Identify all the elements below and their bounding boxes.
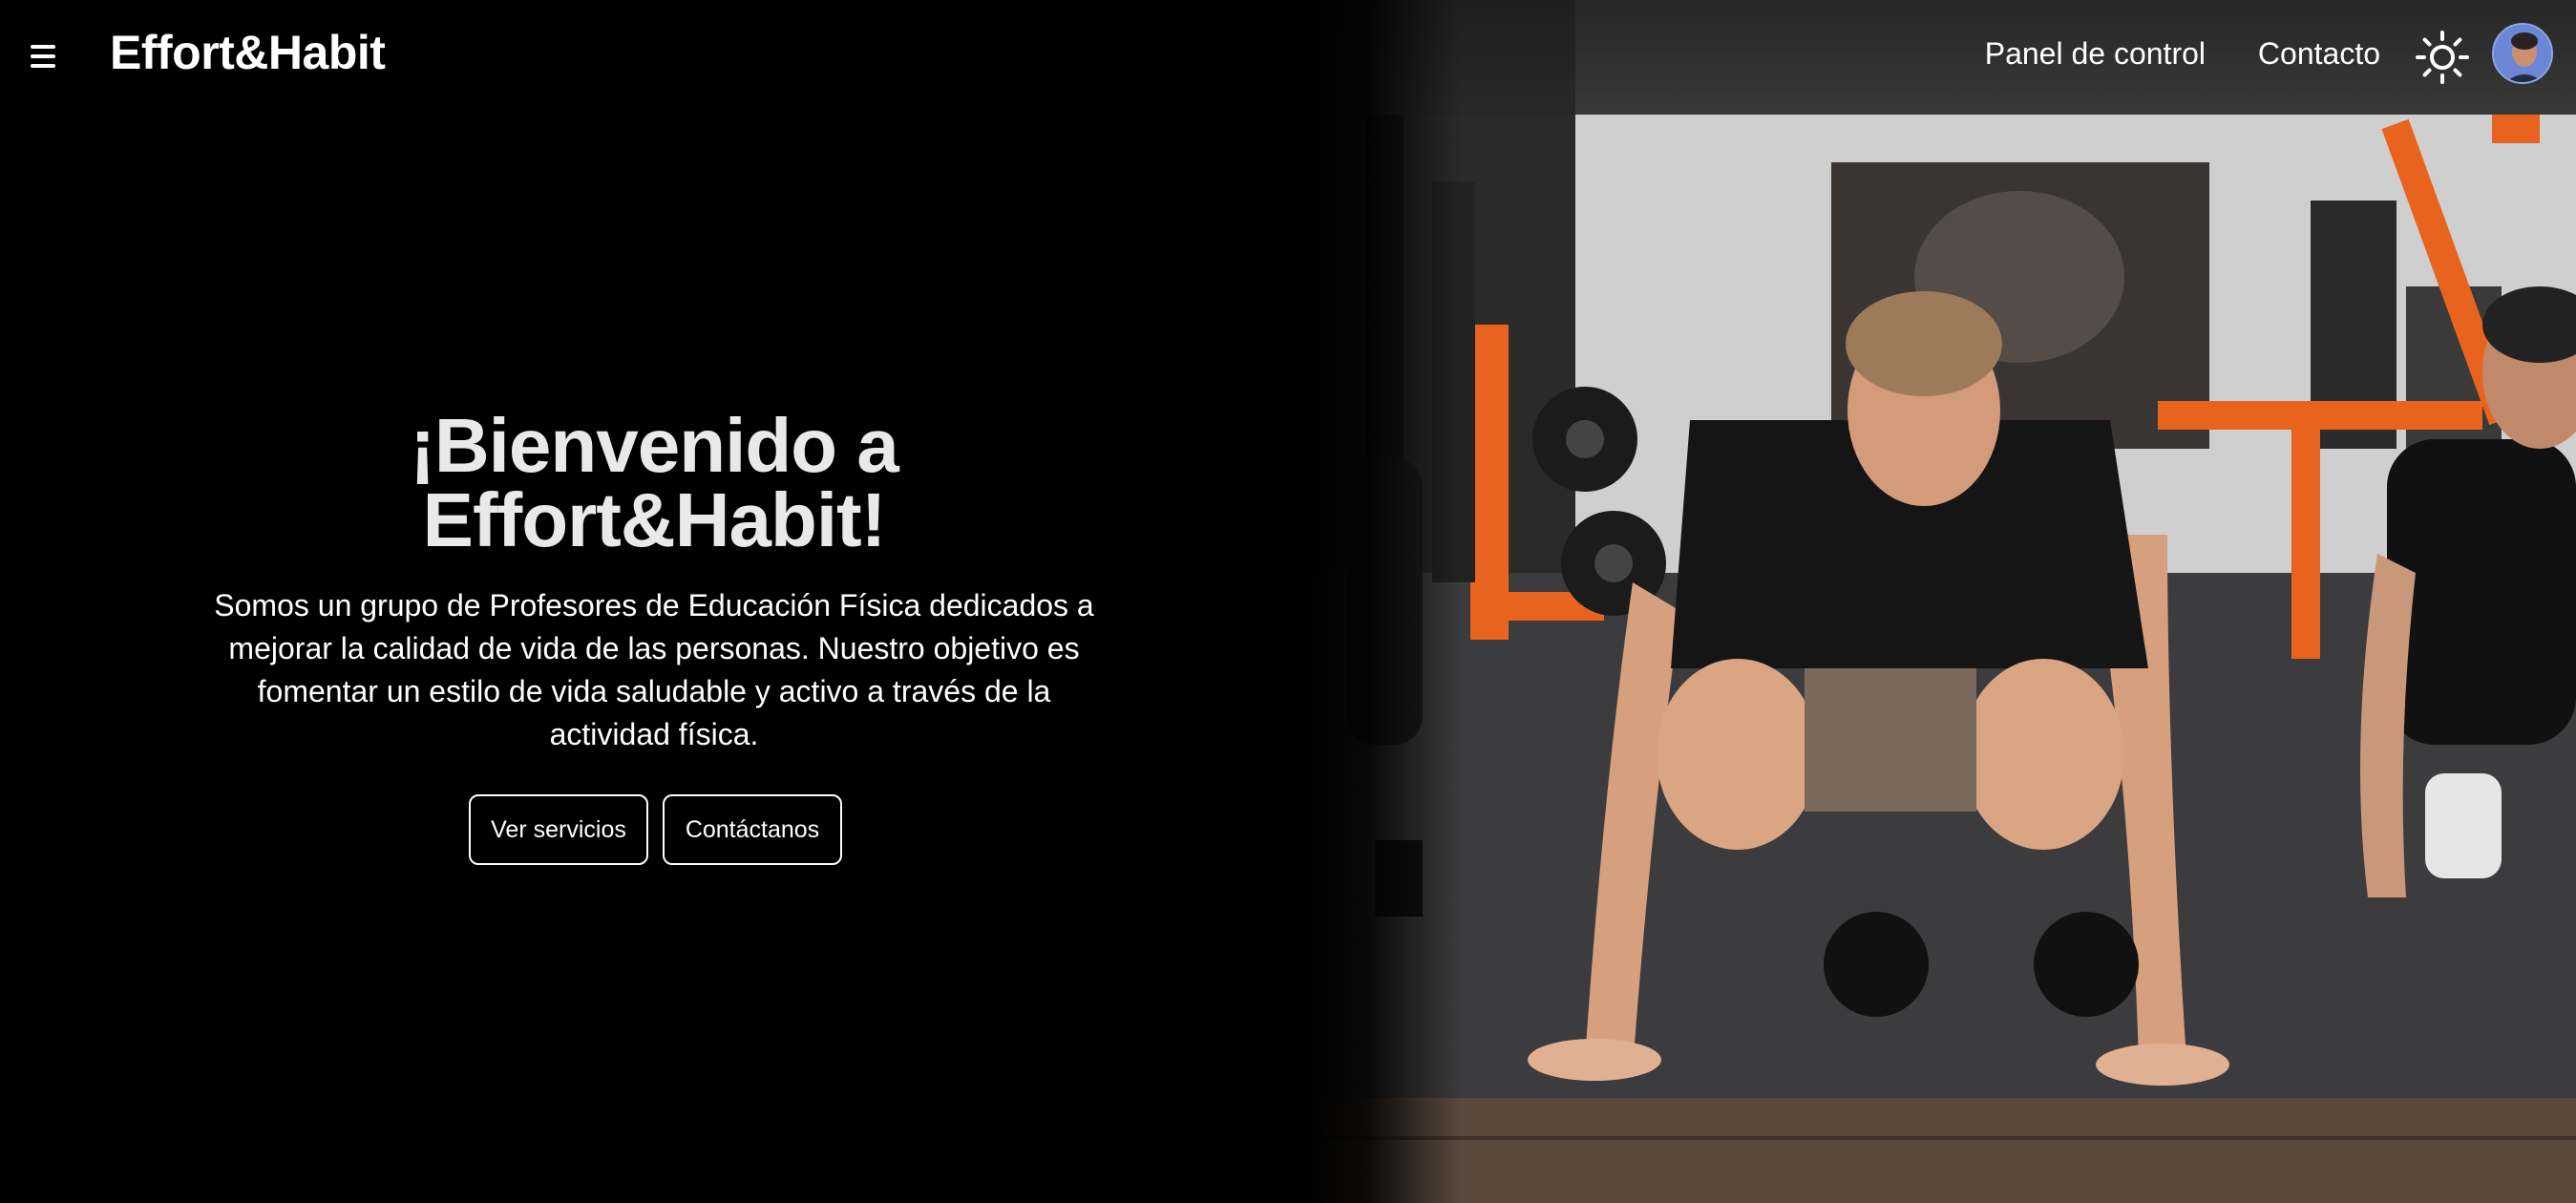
hero-gym-photo	[1308, 0, 2576, 1203]
hero-description: Somos un grupo de Profesores de Educació…	[214, 588, 1094, 751]
hero-image-fade	[1308, 0, 1461, 1203]
hero-section: ¡Bienvenido a Effort&Habit! Somos un gru…	[0, 0, 1308, 1203]
contactanos-button[interactable]: Contáctanos	[663, 794, 842, 865]
ver-servicios-button[interactable]: Ver servicios	[469, 794, 648, 865]
hamburger-menu-icon[interactable]	[31, 40, 63, 73]
hero-title-line1: ¡Bienvenido a	[410, 403, 899, 488]
nav-link-contacto[interactable]: Contacto	[2258, 36, 2380, 72]
user-avatar[interactable]	[2492, 23, 2553, 84]
top-navbar: Effort&Habit Panel de control Contacto	[0, 0, 2576, 115]
nav-link-panel-de-control[interactable]: Panel de control	[1985, 36, 2206, 72]
hero-title: ¡Bienvenido a Effort&Habit!	[0, 408, 1308, 559]
hero-title-line2: Effort&Habit!	[422, 477, 887, 562]
brand-logo-text[interactable]: Effort&Habit	[110, 25, 386, 80]
sun-icon[interactable]	[2414, 29, 2471, 86]
